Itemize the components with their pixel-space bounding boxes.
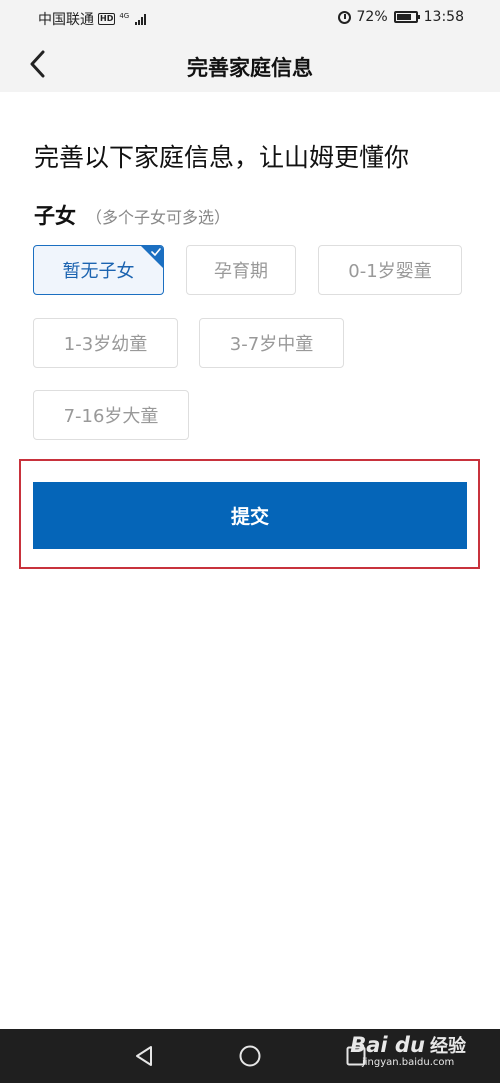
hd-badge: HD	[98, 13, 116, 25]
option-label: 孕育期	[214, 261, 268, 282]
option-label: 暂无子女	[62, 261, 135, 282]
option-7-16-child[interactable]: 7-16岁大童	[33, 390, 189, 440]
battery-percent: 72%	[356, 9, 388, 25]
section-hint: （多个子女可多选）	[86, 208, 231, 227]
carrier-name: 中国联通	[38, 12, 94, 28]
network-type: 4G	[119, 11, 130, 20]
option-1-3-toddler[interactable]: 1-3岁幼童	[33, 318, 178, 368]
check-icon	[151, 248, 161, 256]
signal-icon	[135, 13, 147, 25]
submit-button[interactable]: 提交	[33, 482, 467, 549]
watermark-logo: Bai du	[350, 1033, 425, 1057]
triangle-back-icon[interactable]	[132, 1044, 156, 1068]
option-label: 0-1岁婴童	[348, 261, 432, 282]
option-label: 1-3岁幼童	[63, 334, 148, 355]
battery-icon	[393, 11, 420, 23]
option-label: 7-16岁大童	[63, 406, 159, 427]
status-left: 中国联通 HD 4G	[38, 9, 147, 29]
nav-bar: 完善家庭信息	[0, 36, 500, 92]
circle-home-icon[interactable]	[238, 1044, 262, 1068]
page-title: 完善家庭信息	[187, 56, 313, 80]
headline: 完善以下家庭信息，让山姆更懂你	[34, 143, 410, 172]
clock-time: 13:58	[423, 9, 464, 25]
option-label: 3-7岁中童	[229, 334, 314, 355]
status-right: 72% 13:58	[337, 9, 464, 25]
system-nav-bar: Bai du 经验 jingyan.baidu.com	[0, 1029, 500, 1083]
section-title: 子女	[34, 204, 76, 228]
watermark-url: jingyan.baidu.com	[361, 1057, 455, 1068]
watermark: Bai du 经验 jingyan.baidu.com	[350, 1035, 466, 1068]
option-0-1-infant[interactable]: 0-1岁婴童	[318, 245, 462, 295]
watermark-text: 经验	[430, 1036, 466, 1057]
section-heading: 子女 （多个子女可多选）	[34, 200, 230, 230]
option-3-7-child[interactable]: 3-7岁中童	[199, 318, 344, 368]
status-bar: 中国联通 HD 4G 72% 13:58	[0, 0, 500, 36]
option-no-children[interactable]: 暂无子女	[33, 245, 164, 295]
option-pregnancy[interactable]: 孕育期	[186, 245, 296, 295]
alarm-icon	[337, 10, 351, 24]
